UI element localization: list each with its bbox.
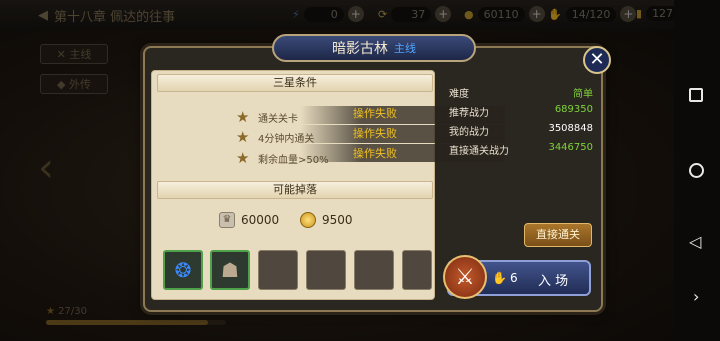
drop-slot (354, 250, 394, 290)
condition-row: ★ 剩余血量>50% (236, 149, 329, 167)
stat-label: 直接通关战力 (449, 146, 509, 157)
condition-status: 操作失败 (353, 147, 397, 160)
reward-gold: 9500 (300, 212, 353, 228)
enter-label: 入 场 (538, 274, 569, 289)
dialog-title-plate: 暗影古林 主线 (272, 34, 476, 62)
recents-icon[interactable] (689, 88, 703, 102)
condition-row: ★ 4分钟内通关 (236, 128, 315, 146)
reward-exp: ♛ 60000 (219, 212, 279, 228)
condition-status: 操作失败 (353, 127, 397, 140)
crossed-swords-icon: ⚔ (443, 255, 487, 299)
drops-header: 可能掉落 (157, 181, 433, 199)
enter-cost: ✋ 6 (492, 271, 518, 285)
drop-slot[interactable]: ❂ (163, 250, 203, 290)
star-icon: ★ (236, 128, 250, 146)
drop-slot (258, 250, 298, 290)
stage-title: 暗影古林 (332, 41, 388, 57)
stat-value: 简单 (573, 89, 593, 100)
rock-material-item-icon: ☗ (221, 258, 239, 282)
stat-label: 推荐战力 (449, 108, 489, 119)
drop-slot (306, 250, 346, 290)
blue-gem-item-icon: ❂ (174, 258, 192, 282)
back-icon[interactable]: ◁ (689, 232, 701, 251)
chevron-right-icon[interactable]: › (693, 287, 699, 306)
three-star-header: 三星条件 (157, 74, 433, 92)
gold-coin-icon (300, 212, 316, 228)
close-button[interactable]: ✕ (583, 46, 611, 74)
stat-label: 难度 (449, 89, 469, 100)
game-screen: ◀ 第十八章 佩达的往事 ⚡ 0 + ⟳ 37 + ● 60110 + ✋ 14… (0, 0, 720, 341)
close-icon: ✕ (589, 49, 605, 70)
stat-value: 689350 (554, 104, 593, 115)
condition-status: 操作失败 (353, 107, 397, 120)
drop-slot (402, 250, 432, 290)
star-icon: ★ (236, 149, 250, 167)
condition-row: ★ 通关关卡 (236, 108, 298, 126)
home-icon[interactable] (689, 163, 704, 178)
stamina-icon: ✋ (492, 271, 507, 285)
star-icon: ★ (236, 108, 250, 126)
crown-icon: ♛ (219, 212, 235, 228)
stat-label: 我的战力 (449, 127, 489, 138)
stat-value: 3446750 (548, 142, 593, 153)
drop-slot[interactable]: ☗ (210, 250, 250, 290)
direct-clear-button[interactable]: 直接通关 (524, 223, 592, 247)
stage-type: 主线 (394, 42, 416, 55)
stat-value: 3508848 (548, 123, 593, 134)
android-nav-bar: ◁ › (674, 0, 720, 341)
